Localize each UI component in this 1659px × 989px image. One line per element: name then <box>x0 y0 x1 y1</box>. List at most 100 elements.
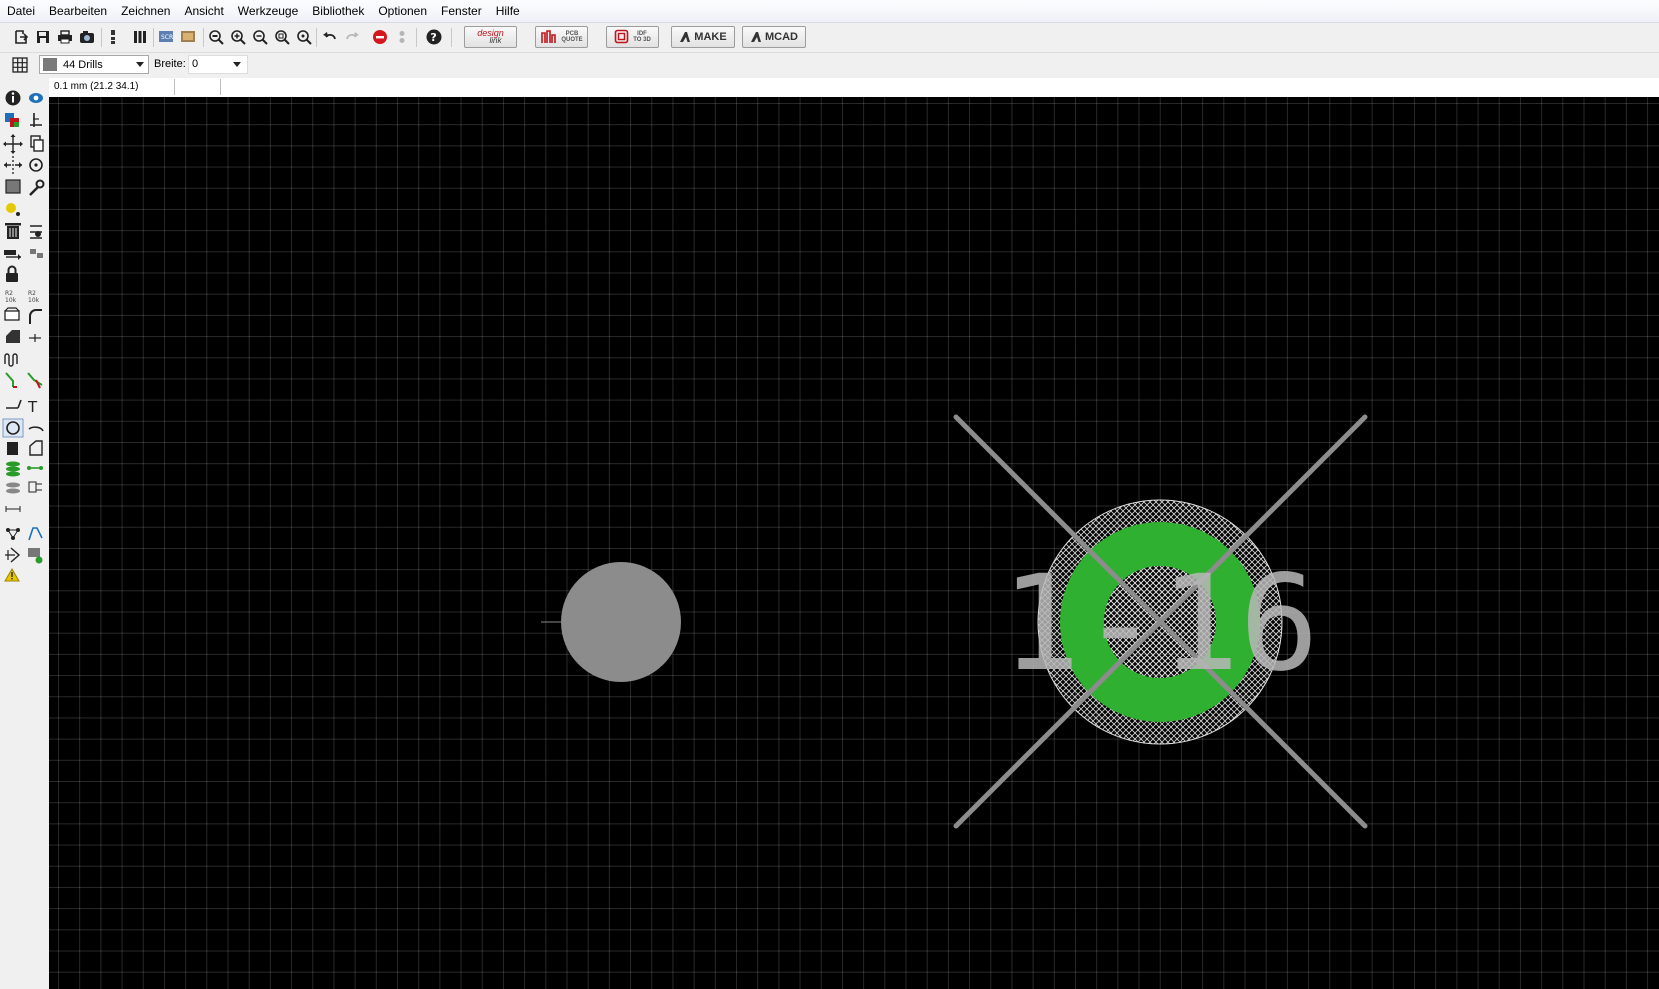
autorouter-icon <box>28 527 43 541</box>
make-label: MAKE <box>694 31 727 43</box>
name-icon: R210k <box>5 290 17 304</box>
mcad-button[interactable]: MCAD <box>742 26 806 48</box>
menu-bearbeiten[interactable]: Bearbeiten <box>42 0 114 22</box>
attribute-icon <box>28 481 42 493</box>
drill-hole[interactable] <box>561 562 681 682</box>
hole-icon <box>6 482 20 494</box>
pcb-quote-button[interactable]: PCB QUOTE <box>535 26 588 48</box>
change-icon <box>29 179 45 196</box>
svg-text:T: T <box>27 398 38 416</box>
go-icon[interactable] <box>392 27 412 47</box>
idf-3d-icon <box>614 29 629 44</box>
autodesk-a-icon <box>680 32 691 42</box>
copy-icon <box>30 135 44 152</box>
ulp-icon[interactable] <box>179 27 199 47</box>
svg-text:?: ? <box>430 31 436 44</box>
menu-bar: Datei Bearbeiten Zeichnen Ansicht Werkze… <box>0 0 1659 23</box>
circle-icon <box>2 418 24 438</box>
menu-datei[interactable]: Datei <box>0 0 42 22</box>
meander-icon <box>4 353 18 367</box>
width-select[interactable]: 0 <box>188 55 248 74</box>
polygon-icon <box>29 440 43 456</box>
designlink-bottom-label: link <box>489 36 502 45</box>
ripup-icon <box>27 372 43 389</box>
menu-ansicht[interactable]: Ansicht <box>177 0 230 22</box>
svg-text:SCR: SCR <box>161 34 173 41</box>
pad-label: 1-16 <box>1001 547 1319 701</box>
script-icon[interactable]: SCR <box>157 27 177 47</box>
coordinate-bar: 0.1 mm (21.2 34.1) <box>49 78 1659 98</box>
make-button[interactable]: MAKE <box>671 26 735 48</box>
move-icon <box>3 134 23 154</box>
stop-icon[interactable] <box>370 27 390 47</box>
print-icon[interactable] <box>55 27 75 47</box>
zoom-fit-icon[interactable] <box>206 27 226 47</box>
mirror-icon <box>4 156 22 174</box>
pcb-quote-icon <box>541 30 557 43</box>
menu-zeichnen[interactable]: Zeichnen <box>114 0 177 22</box>
board-switch-icon[interactable] <box>103 27 123 47</box>
width-label: Breite: <box>154 58 186 70</box>
idf-to-3d-button[interactable]: IDF TO 3D <box>606 26 659 48</box>
drc-icon <box>5 547 21 563</box>
info-icon <box>5 90 21 106</box>
zoom-redraw-icon[interactable] <box>272 27 292 47</box>
undo-icon[interactable] <box>320 27 340 47</box>
text-icon: T <box>27 398 38 416</box>
route-icon <box>5 372 17 388</box>
erc-icon <box>28 548 43 564</box>
layer-color-swatch <box>43 58 57 71</box>
width-select-value: 0 <box>192 58 199 70</box>
layer-select[interactable]: 44 Drills <box>39 55 149 74</box>
svg-text:10k: 10k <box>5 297 17 304</box>
chevron-down-icon <box>136 62 144 67</box>
parameter-toolbar: 44 Drills Breite: 0 <box>0 53 1659 79</box>
display-layers-icon <box>5 113 19 127</box>
menu-werkzeuge[interactable]: Werkzeuge <box>231 0 305 22</box>
drawing-canvas[interactable]: 1-16 <box>49 97 1659 989</box>
smash-icon <box>4 307 20 321</box>
command-line[interactable] <box>173 79 221 95</box>
split-icon <box>6 330 20 343</box>
group-icon <box>5 179 21 194</box>
menu-hilfe[interactable]: Hilfe <box>489 0 527 22</box>
cam-icon[interactable] <box>77 27 97 47</box>
mcad-label: MCAD <box>765 31 798 43</box>
designlink-button[interactable]: design link <box>464 26 517 48</box>
command-icons: R210k R210k T <box>2 90 45 582</box>
grid-icon[interactable] <box>10 55 30 75</box>
layer-select-value: 44 Drills <box>63 58 103 71</box>
help-icon[interactable]: ? <box>424 27 444 47</box>
via-icon <box>6 461 20 477</box>
rect-icon <box>7 442 18 455</box>
coordinate-display: 0.1 mm (21.2 34.1) <box>52 79 175 95</box>
menu-bibliothek[interactable]: Bibliothek <box>305 0 371 22</box>
show-icon <box>29 93 43 103</box>
autodesk-a-icon <box>751 32 761 42</box>
value-icon: R210k <box>28 290 40 304</box>
open-icon[interactable] <box>11 27 31 47</box>
add-icon <box>30 225 42 239</box>
svg-text:R2: R2 <box>5 290 13 297</box>
chevron-down-icon <box>233 62 241 67</box>
library-icon[interactable] <box>130 27 150 47</box>
save-icon[interactable] <box>33 27 53 47</box>
redo-icon[interactable] <box>342 27 362 47</box>
lock-icon <box>6 265 18 282</box>
menu-fenster[interactable]: Fenster <box>434 0 489 22</box>
canvas-drawing: 1-16 <box>541 414 1368 829</box>
dimension-icon <box>5 506 21 512</box>
delete-icon <box>5 223 21 239</box>
zoom-out-icon[interactable] <box>250 27 270 47</box>
signal-icon <box>27 466 43 470</box>
zoom-select-icon[interactable] <box>294 27 314 47</box>
replace-icon <box>4 250 21 260</box>
mark-icon <box>30 113 42 127</box>
arc-icon <box>28 426 44 432</box>
menu-optionen[interactable]: Optionen <box>371 0 434 22</box>
pcb-quote-bottom-label: QUOTE <box>561 37 583 43</box>
miter-icon <box>29 309 42 324</box>
svg-text:10k: 10k <box>28 297 40 304</box>
zoom-in-icon[interactable] <box>228 27 248 47</box>
pinswap-icon <box>30 249 43 258</box>
